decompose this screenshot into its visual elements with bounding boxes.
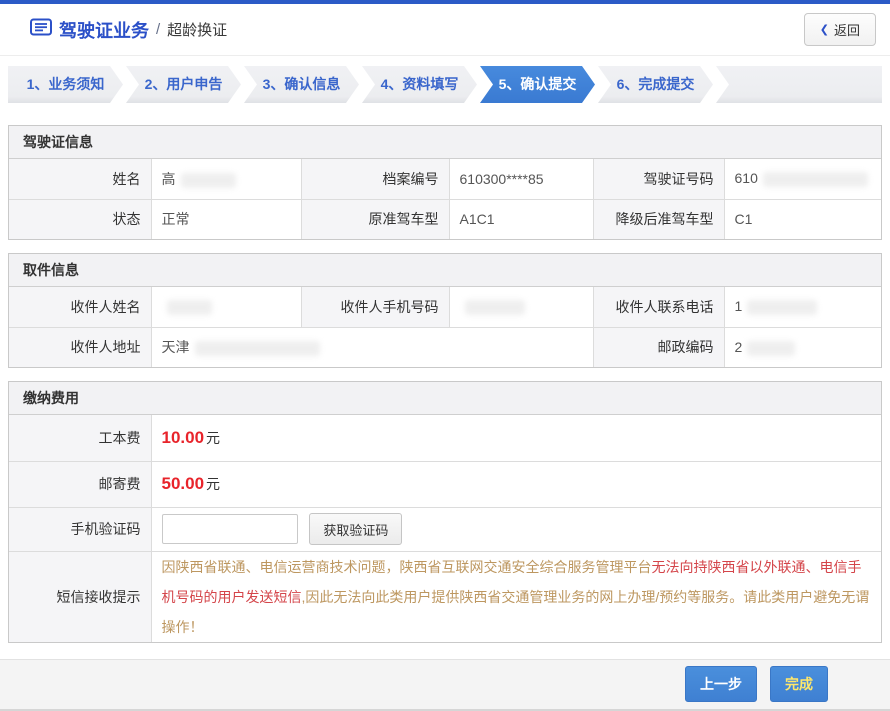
redacted-value	[747, 300, 817, 315]
field-value: 610300****85	[449, 159, 593, 199]
step-bar-filler	[716, 66, 882, 103]
page-subtitle: 超龄换证	[167, 19, 227, 40]
field-label: 驾驶证号码	[593, 159, 724, 199]
field-value: 50.00元	[151, 461, 881, 507]
field-value: 610	[724, 159, 881, 199]
step-6-complete-submit[interactable]: 6、完成提交	[598, 66, 713, 103]
field-label: 收件人地址	[9, 327, 151, 367]
redacted-value	[465, 300, 525, 315]
breadcrumb-separator: /	[156, 21, 160, 38]
license-info-section: 驾驶证信息 姓名 高 档案编号 610300****85 驾驶证号码 610 状…	[8, 125, 882, 240]
field-label: 原准驾车型	[301, 199, 449, 239]
page-header: 驾驶证业务 / 超龄换证 ❮ 返回	[0, 4, 890, 56]
step-3-confirm-info[interactable]: 3、确认信息	[244, 66, 359, 103]
field-value: 高	[151, 159, 301, 199]
redacted-value	[167, 300, 212, 315]
back-button-label: 返回	[834, 20, 860, 39]
breadcrumb: 驾驶证业务 / 超龄换证	[30, 17, 804, 43]
fee-amount: 10.00	[162, 428, 205, 447]
pickup-info-table: 收件人姓名 收件人手机号码 收件人联系电话 1 收件人地址 天津 邮政编码 2	[9, 287, 881, 367]
step-1-business-notice[interactable]: 1、业务须知	[8, 66, 123, 103]
field-label: 收件人手机号码	[301, 287, 449, 327]
field-value: 天津	[151, 327, 593, 367]
chevron-left-icon: ❮	[820, 23, 829, 36]
field-label: 降级后准驾车型	[593, 199, 724, 239]
redacted-value	[763, 172, 868, 187]
field-label: 邮政编码	[593, 327, 724, 367]
fee-unit: 元	[206, 430, 220, 446]
field-value: 1	[724, 287, 881, 327]
table-row: 姓名 高 档案编号 610300****85 驾驶证号码 610	[9, 159, 881, 199]
field-value: 2	[724, 327, 881, 367]
field-label: 状态	[9, 199, 151, 239]
table-row: 手机验证码 获取验证码	[9, 507, 881, 551]
fees-table: 工本费 10.00元 邮寄费 50.00元 手机验证码 获取验证码 短信接收提示…	[9, 415, 881, 642]
field-value: C1	[724, 199, 881, 239]
table-row: 状态 正常 原准驾车型 A1C1 降级后准驾车型 C1	[9, 199, 881, 239]
field-label: 短信接收提示	[9, 551, 151, 642]
section-title: 驾驶证信息	[9, 126, 881, 159]
table-row: 收件人姓名 收件人手机号码 收件人联系电话 1	[9, 287, 881, 327]
step-2-user-declaration[interactable]: 2、用户申告	[126, 66, 241, 103]
redacted-value	[195, 341, 320, 356]
field-label: 手机验证码	[9, 507, 151, 551]
get-code-button[interactable]: 获取验证码	[309, 513, 402, 545]
step-progress-bar: 1、业务须知 2、用户申告 3、确认信息 4、资料填写 5、确认提交 6、完成提…	[8, 66, 882, 103]
license-service-icon	[30, 18, 52, 41]
field-value: 10.00元	[151, 415, 881, 461]
field-label: 档案编号	[301, 159, 449, 199]
redacted-value	[747, 341, 795, 356]
license-info-table: 姓名 高 档案编号 610300****85 驾驶证号码 610 状态 正常 原…	[9, 159, 881, 239]
finish-button[interactable]: 完成	[770, 666, 828, 702]
table-row: 收件人地址 天津 邮政编码 2	[9, 327, 881, 367]
field-value: A1C1	[449, 199, 593, 239]
field-value	[449, 287, 593, 327]
redacted-value	[181, 173, 236, 188]
sms-code-input[interactable]	[162, 514, 298, 544]
step-5-confirm-submit[interactable]: 5、确认提交	[480, 66, 595, 103]
table-row: 短信接收提示 因陕西省联通、电信运营商技术问题，陕西省互联网交通安全综合服务管理…	[9, 551, 881, 642]
previous-step-button[interactable]: 上一步	[685, 666, 757, 702]
fee-unit: 元	[206, 476, 220, 492]
page-title: 驾驶证业务	[59, 17, 149, 43]
sms-warning-text: 因陕西省联通、电信运营商技术问题，陕西省互联网交通安全综合服务管理平台无法向持陕…	[151, 551, 881, 642]
back-button[interactable]: ❮ 返回	[804, 13, 876, 46]
field-label: 收件人姓名	[9, 287, 151, 327]
field-value	[151, 287, 301, 327]
field-label: 邮寄费	[9, 461, 151, 507]
field-value: 获取验证码	[151, 507, 881, 551]
table-row: 邮寄费 50.00元	[9, 461, 881, 507]
step-4-fill-materials[interactable]: 4、资料填写	[362, 66, 477, 103]
section-title: 取件信息	[9, 254, 881, 287]
table-row: 工本费 10.00元	[9, 415, 881, 461]
fee-amount: 50.00	[162, 474, 205, 493]
field-label: 工本费	[9, 415, 151, 461]
field-label: 收件人联系电话	[593, 287, 724, 327]
pickup-info-section: 取件信息 收件人姓名 收件人手机号码 收件人联系电话 1 收件人地址 天津 邮政…	[8, 253, 882, 368]
fees-section: 缴纳费用 工本费 10.00元 邮寄费 50.00元 手机验证码 获取验证码 短…	[8, 381, 882, 643]
section-title: 缴纳费用	[9, 382, 881, 415]
field-value: 正常	[151, 199, 301, 239]
field-label: 姓名	[9, 159, 151, 199]
